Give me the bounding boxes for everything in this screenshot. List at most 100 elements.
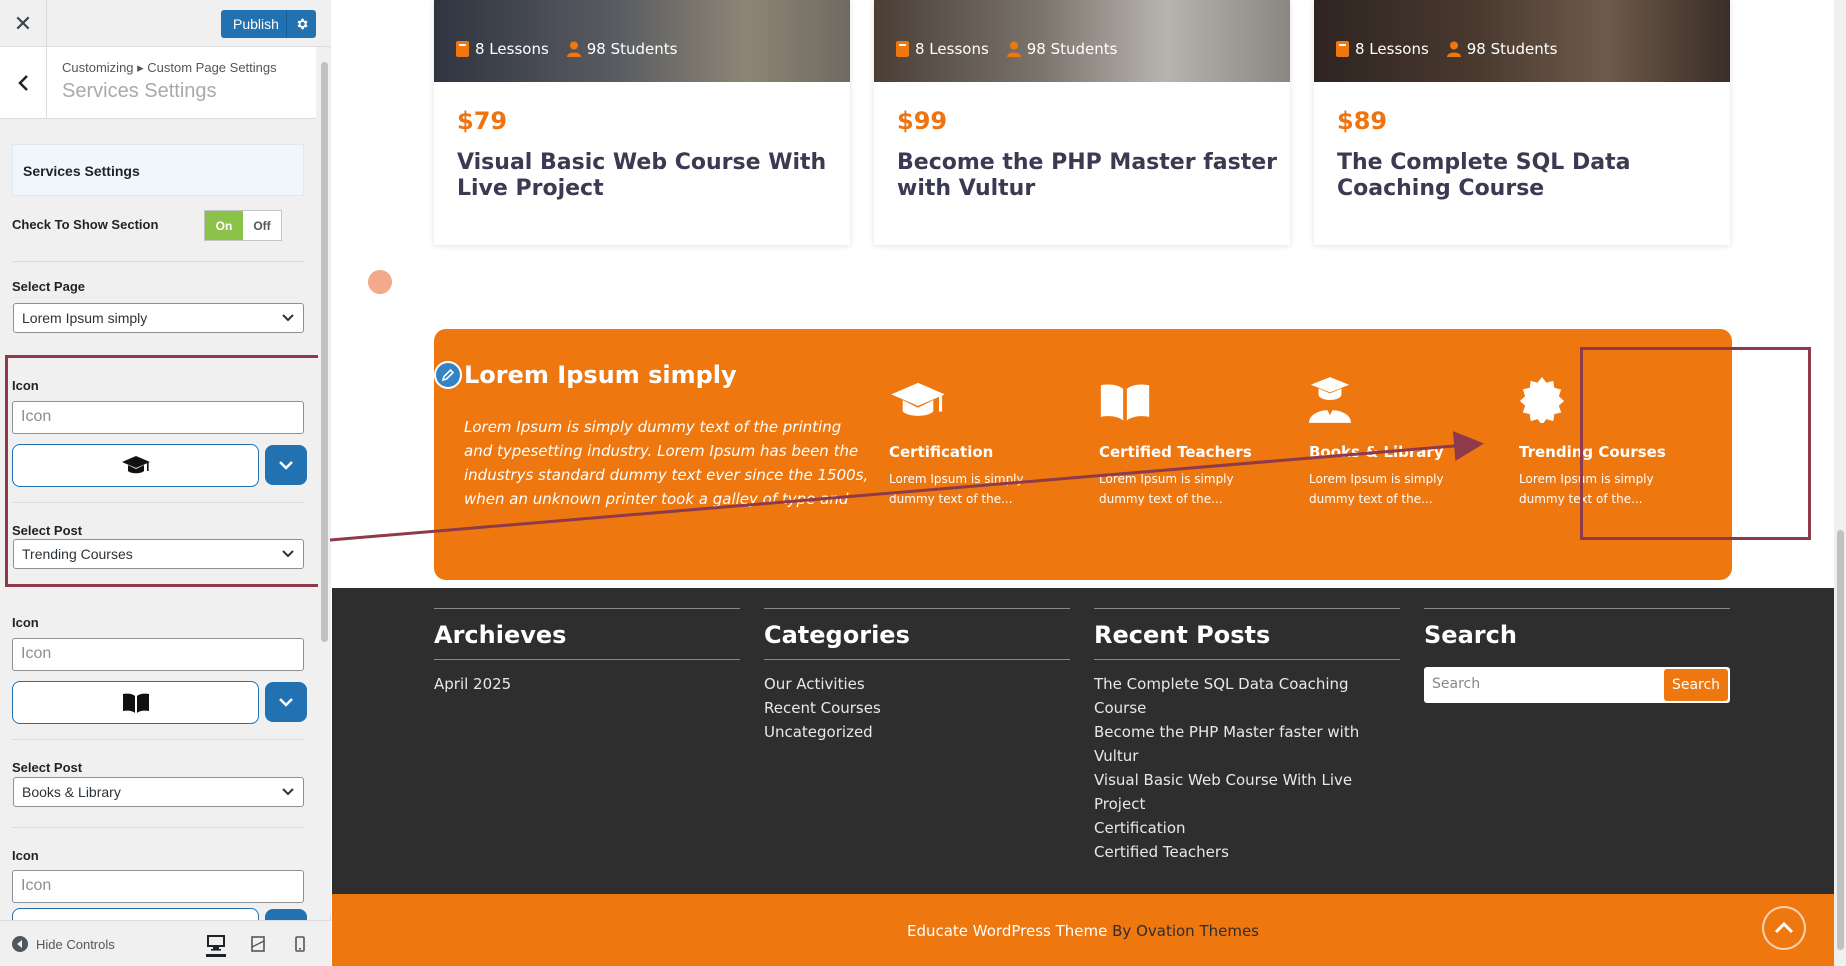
divider bbox=[12, 261, 304, 262]
course-image: 8 Lessons 98 Students bbox=[434, 0, 850, 82]
user-icon bbox=[1006, 41, 1021, 57]
edit-shortcut-button[interactable] bbox=[434, 361, 462, 389]
hide-controls-button[interactable]: Hide Controls bbox=[12, 936, 115, 952]
select-page-dropdown[interactable]: Lorem Ipsum simply bbox=[13, 303, 304, 333]
show-section-toggle[interactable]: On Off bbox=[204, 210, 282, 241]
service-item[interactable]: Certified Teachers Lorem Ipsum is simply… bbox=[1099, 371, 1269, 509]
service-text: Lorem Ipsum is simply dummy text of the.… bbox=[1099, 472, 1234, 506]
select-post-value-2: Books & Library bbox=[22, 784, 121, 800]
select-post-label-2: Select Post bbox=[12, 760, 83, 775]
icon-dropdown-button-3[interactable] bbox=[265, 909, 307, 920]
copyright-text: Educate WordPress Theme By Ovation Theme… bbox=[332, 922, 1834, 940]
course-card[interactable]: 8 Lessons 98 Students $99 Become the PHP… bbox=[874, 0, 1290, 245]
tablet-preview-button[interactable] bbox=[248, 931, 268, 957]
course-card[interactable]: 8 Lessons 98 Students $79 Visual Basic W… bbox=[434, 0, 850, 245]
graduation-cap-icon bbox=[891, 382, 945, 416]
gear-icon[interactable] bbox=[286, 10, 316, 38]
sidebar-scroll-thumb[interactable] bbox=[321, 62, 328, 642]
course-image: 8 Lessons 98 Students bbox=[1314, 0, 1730, 82]
footer-link[interactable]: Our Activities bbox=[764, 672, 1070, 696]
controls-heading: Services Settings bbox=[12, 144, 304, 196]
course-title[interactable]: Become the PHP Master faster with Vultur bbox=[897, 150, 1277, 202]
close-icon: ✕ bbox=[13, 10, 33, 36]
divider bbox=[12, 739, 304, 740]
icon-dropdown-button-2[interactable] bbox=[265, 682, 307, 722]
user-icon bbox=[566, 41, 581, 57]
student-count: 98 Students bbox=[1466, 40, 1558, 58]
footer-link[interactable]: Become the PHP Master faster with Vultur bbox=[1094, 720, 1400, 768]
footer-link[interactable]: Uncategorized bbox=[764, 720, 1070, 744]
copyright-bar: Educate WordPress Theme By Ovation Theme… bbox=[332, 894, 1834, 966]
site-preview: 8 Lessons 98 Students $79 Visual Basic W… bbox=[332, 0, 1834, 966]
publish-button[interactable]: Publish bbox=[221, 10, 316, 38]
course-image: 8 Lessons 98 Students bbox=[874, 0, 1290, 82]
footer-link[interactable]: Recent Courses bbox=[764, 696, 1070, 720]
icon-label-3: Icon bbox=[12, 848, 39, 863]
open-book-icon bbox=[122, 693, 149, 713]
course-meta: 8 Lessons 98 Students bbox=[1336, 40, 1557, 58]
services-title: Lorem Ipsum simply bbox=[464, 361, 737, 389]
breadcrumb: Customizing ▸ Custom Page Settings bbox=[62, 60, 277, 75]
device-preview-buttons bbox=[206, 931, 310, 957]
author-link[interactable]: By Ovation Themes bbox=[1107, 922, 1259, 940]
mobile-preview-button[interactable] bbox=[290, 931, 310, 957]
customizer-footer: Hide Controls bbox=[0, 920, 331, 966]
icon-picker-2[interactable] bbox=[12, 681, 259, 724]
search-input[interactable]: Search bbox=[1424, 667, 1662, 703]
chevron-down-icon bbox=[282, 788, 294, 796]
course-price: $89 bbox=[1337, 107, 1388, 135]
collapse-arrow-icon bbox=[12, 936, 28, 952]
services-section: Lorem Ipsum simply Lorem Ipsum is simply… bbox=[434, 329, 1811, 580]
book-icon bbox=[1336, 41, 1349, 57]
footer-link[interactable]: Certified Teachers bbox=[1094, 840, 1400, 864]
decorative-dot bbox=[368, 270, 392, 294]
course-meta: 8 Lessons 98 Students bbox=[456, 40, 677, 58]
preview-scrollbar[interactable] bbox=[1834, 0, 1846, 966]
icon-input-2[interactable]: Icon bbox=[12, 638, 304, 671]
site-footer: Archieves April 2025 Categories Our Acti… bbox=[332, 588, 1834, 894]
icon-input-3[interactable]: Icon bbox=[12, 870, 304, 903]
select-page-value: Lorem Ipsum simply bbox=[22, 310, 148, 326]
divider bbox=[12, 827, 304, 828]
scroll-to-top-button[interactable] bbox=[1762, 906, 1806, 950]
course-title[interactable]: Visual Basic Web Course With Live Projec… bbox=[457, 150, 837, 202]
icon-label-2: Icon bbox=[12, 615, 39, 630]
preview-scroll-thumb[interactable] bbox=[1837, 530, 1844, 950]
footer-categories: Categories Our Activities Recent Courses… bbox=[764, 608, 1070, 744]
pencil-icon bbox=[441, 368, 455, 382]
show-section-label: Check To Show Section bbox=[12, 217, 159, 232]
icon-picker-3[interactable] bbox=[12, 908, 259, 920]
service-item[interactable]: Certification Lorem Ipsum is simply dumm… bbox=[889, 371, 1059, 509]
student-count: 98 Students bbox=[586, 40, 678, 58]
service-item[interactable]: Books & Library Lorem Ipsum is simply du… bbox=[1309, 371, 1479, 509]
toggle-off[interactable]: Off bbox=[243, 211, 281, 240]
service-name: Books & Library bbox=[1309, 443, 1444, 461]
select-post-dropdown-2[interactable]: Books & Library bbox=[13, 777, 304, 807]
annotation-highlight-controls bbox=[5, 355, 328, 587]
footer-link[interactable]: Certification bbox=[1094, 816, 1400, 840]
book-icon bbox=[456, 41, 469, 57]
certificate-badge-icon bbox=[1519, 377, 1565, 423]
course-title[interactable]: The Complete SQL Data Coaching Course bbox=[1337, 150, 1717, 202]
footer-recent-posts: Recent Posts The Complete SQL Data Coach… bbox=[1094, 608, 1400, 864]
theme-link[interactable]: Educate WordPress Theme bbox=[907, 922, 1107, 940]
footer-search: Search Search Search bbox=[1424, 608, 1730, 703]
sidebar-scrollbar[interactable] bbox=[318, 48, 331, 914]
service-name: Certification bbox=[889, 443, 994, 461]
search-button[interactable]: Search bbox=[1664, 669, 1728, 701]
graduate-user-icon bbox=[1309, 377, 1351, 423]
footer-link[interactable]: Visual Basic Web Course With Live Projec… bbox=[1094, 768, 1400, 816]
course-card[interactable]: 8 Lessons 98 Students $89 The Complete S… bbox=[1314, 0, 1730, 245]
chevron-down-icon bbox=[282, 314, 294, 322]
service-name: Certified Teachers bbox=[1099, 443, 1252, 461]
desktop-preview-button[interactable] bbox=[206, 931, 226, 957]
toggle-on[interactable]: On bbox=[205, 211, 243, 240]
service-text: Lorem Ipsum is simply dummy text of the.… bbox=[1309, 472, 1444, 506]
service-text: Lorem Ipsum is simply dummy text of the.… bbox=[889, 472, 1024, 506]
section-title: Services Settings bbox=[62, 80, 217, 102]
footer-link[interactable]: April 2025 bbox=[434, 672, 740, 696]
footer-link[interactable]: The Complete SQL Data Coaching Course bbox=[1094, 672, 1400, 720]
book-icon bbox=[896, 41, 909, 57]
close-customizer-button[interactable]: ✕ bbox=[0, 0, 47, 47]
back-button[interactable] bbox=[0, 47, 47, 119]
